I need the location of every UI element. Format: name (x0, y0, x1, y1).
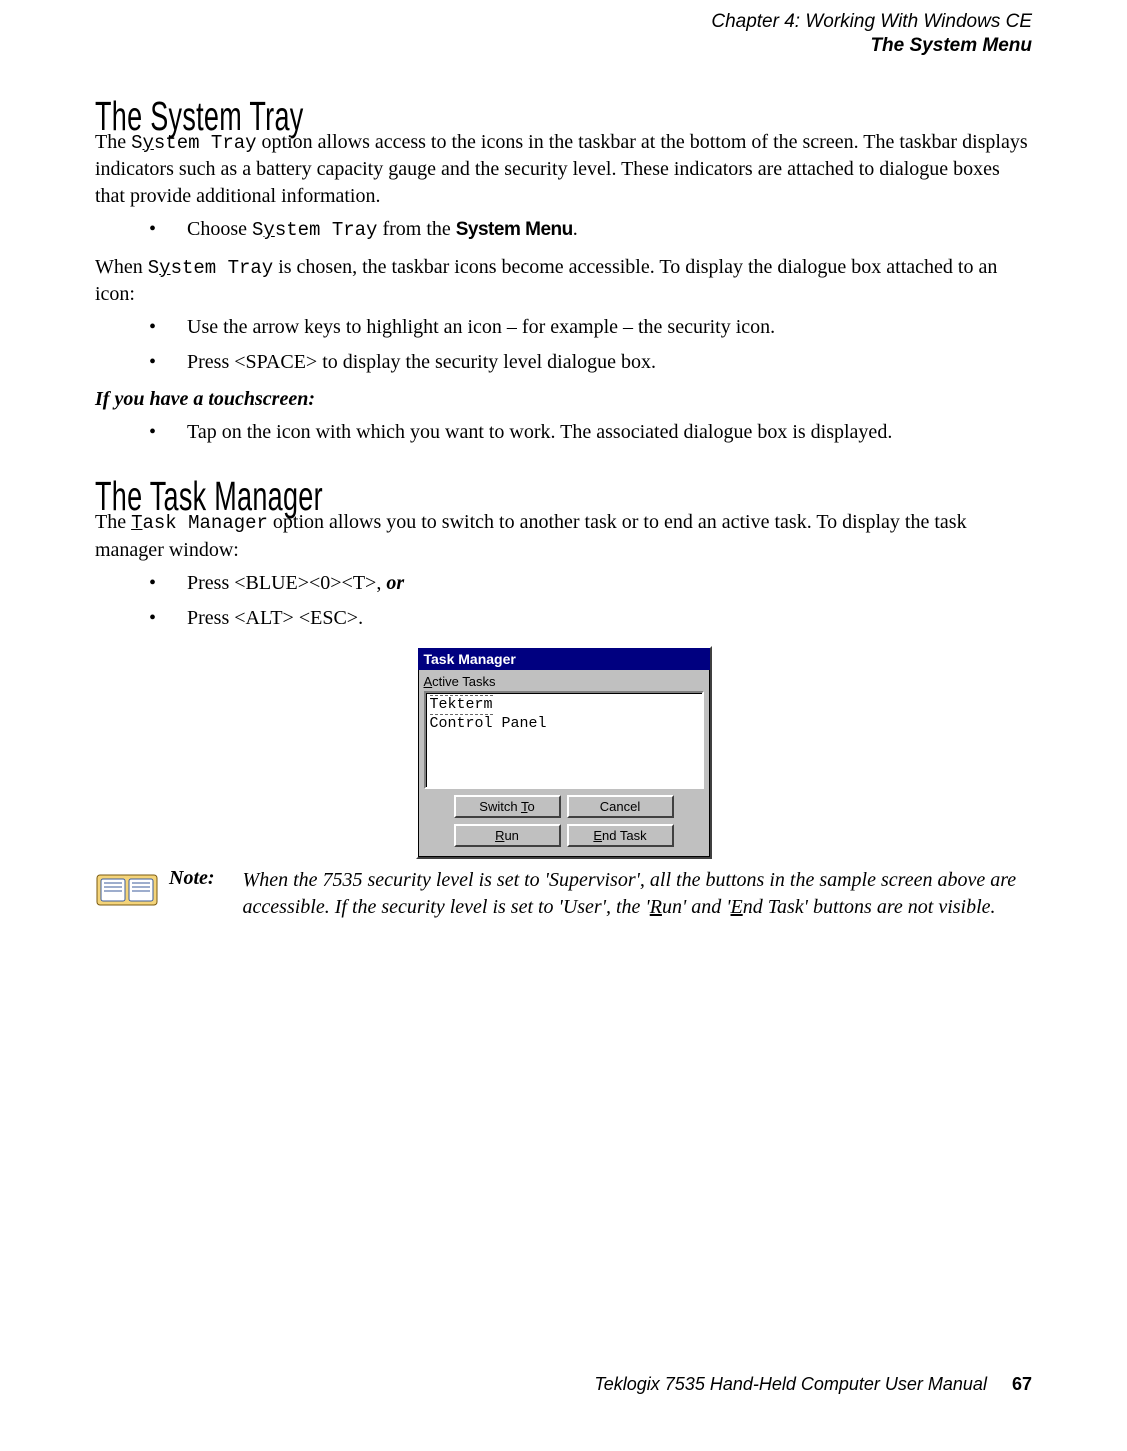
li-press-blue: Press <BLUE><0><T>, or (149, 570, 1032, 597)
p-system-tray-2: When System Tray is chosen, the taskbar … (95, 254, 1032, 309)
tm-window: Task Manager Active Tasks Tekterm Contro… (416, 646, 712, 859)
heading-system-tray: The System Tray (95, 94, 1032, 141)
tm-button-row: Switch To Cancel Run End Task (424, 789, 704, 849)
note-block: Note: When the 7535 security level is se… (95, 867, 1032, 921)
footer-title: Teklogix 7535 Hand-Held Computer User Ma… (594, 1374, 987, 1394)
note-label: Note: (169, 867, 233, 890)
li-press-space: Press <SPACE> to display the security le… (149, 349, 1032, 376)
task-manager-screenshot: Task Manager Active Tasks Tekterm Contro… (95, 646, 1032, 859)
tm-active-tasks-label: Active Tasks (424, 674, 704, 689)
code-system-tray-2: System Tray (252, 219, 377, 241)
end-task-button[interactable]: End Task (567, 824, 674, 847)
page-number: 67 (1012, 1374, 1032, 1394)
list-system-tray-steps: Use the arrow keys to highlight an icon … (95, 314, 1032, 376)
menu-name-system-menu: System Menu (456, 219, 573, 240)
tm-task-list[interactable]: Tekterm Control Panel (424, 691, 704, 789)
tm-list-item-tekterm[interactable]: Tekterm (430, 695, 493, 715)
switch-to-button[interactable]: Switch To (454, 795, 561, 818)
list-system-tray-choose: Choose System Tray from the System Menu. (95, 216, 1032, 244)
tm-titlebar: Task Manager (418, 648, 710, 670)
note-text: When the 7535 security level is set to '… (243, 867, 1032, 921)
page-header: Chapter 4: Working With Windows CE The S… (95, 0, 1032, 58)
li-press-alt-esc: Press <ALT> <ESC>. (149, 605, 1032, 632)
p-touchscreen-heading: If you have a touchscreen: (95, 386, 1032, 413)
li-choose-system-tray: Choose System Tray from the System Menu. (149, 216, 1032, 244)
list-task-manager-keys: Press <BLUE><0><T>, or Press <ALT> <ESC>… (95, 570, 1032, 632)
cancel-button[interactable]: Cancel (567, 795, 674, 818)
li-arrow-keys: Use the arrow keys to highlight an icon … (149, 314, 1032, 341)
p-system-tray-1: The System Tray option allows access to … (95, 129, 1032, 211)
tm-list-item-control-panel[interactable]: Control Panel (430, 715, 698, 733)
tm-body: Active Tasks Tekterm Control Panel Switc… (418, 670, 710, 857)
li-tap-icon: Tap on the icon with which you want to w… (149, 419, 1032, 446)
list-touchscreen: Tap on the icon with which you want to w… (95, 419, 1032, 446)
run-button[interactable]: Run (454, 824, 561, 847)
note-icon (95, 869, 159, 915)
header-section: The System Menu (95, 34, 1032, 58)
heading-task-manager: The Task Manager (95, 474, 1032, 521)
code-system-tray-3: System Tray (148, 257, 273, 279)
header-chapter: Chapter 4: Working With Windows CE (95, 10, 1032, 34)
page-footer: Teklogix 7535 Hand-Held Computer User Ma… (594, 1374, 1032, 1395)
